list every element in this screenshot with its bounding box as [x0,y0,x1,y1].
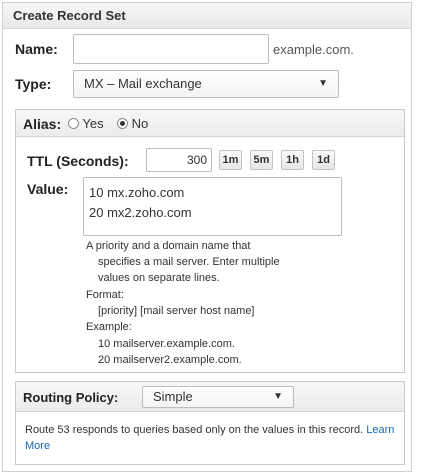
help-format-label: Format: [86,289,124,301]
ttl-5m-button[interactable]: 5m [250,150,273,170]
help-example-label: Example: [86,321,132,333]
help-format-value: [priority] [mail server host name] [98,305,255,317]
domain-suffix: example.com. [273,42,354,57]
name-input[interactable] [73,34,269,64]
help-example-2: 20 mailserver2.example.com. [98,354,242,366]
routing-description-text: Route 53 responds to queries based only … [25,424,364,436]
help-example-1: 10 mailserver.example.com. [98,338,235,350]
help-line-3: values on separate lines. [98,272,220,284]
alias-no-option[interactable]: No [117,116,148,131]
chevron-down-icon: ▼ [273,391,283,402]
alias-yes-option[interactable]: Yes [68,116,104,131]
type-label: Type: [15,76,52,92]
name-label: Name: [15,41,58,57]
create-record-set-panel: Create Record Set Name: example.com. Typ… [2,2,412,472]
routing-policy-header: Routing Policy: Simple ▼ [16,382,404,412]
value-textarea[interactable]: 10 mx.zoho.com 20 mx2.zoho.com [83,177,342,236]
routing-policy-selected: Simple [153,389,193,404]
alias-yes-radio[interactable] [68,118,79,129]
routing-policy-description: Route 53 responds to queries based only … [25,422,397,454]
alias-no-radio[interactable] [117,118,128,129]
ttl-1h-button[interactable]: 1h [281,150,304,170]
help-line-2: specifies a mail server. Enter multiple [98,256,280,268]
alias-label: Alias: [23,116,62,132]
ttl-input[interactable] [146,148,212,172]
chevron-down-icon: ▼ [318,78,328,89]
ttl-label: TTL (Seconds): [27,153,129,169]
routing-policy-box: Routing Policy: Simple ▼ Route 53 respon… [15,381,405,465]
ttl-1d-button[interactable]: 1d [312,150,335,170]
routing-policy-select[interactable]: Simple ▼ [142,386,294,408]
ttl-1m-button[interactable]: 1m [219,150,242,170]
value-label: Value: [27,181,69,197]
panel-title: Create Record Set [3,3,411,29]
routing-policy-label: Routing Policy: [23,390,119,405]
alias-yes-label: Yes [82,116,104,131]
type-select[interactable]: MX – Mail exchange ▼ [73,70,339,98]
alias-no-label: No [131,116,149,131]
alias-row: Alias: Yes No [16,110,404,137]
type-selected-value: MX – Mail exchange [84,76,202,91]
help-line-1: A priority and a domain name that [86,240,251,252]
